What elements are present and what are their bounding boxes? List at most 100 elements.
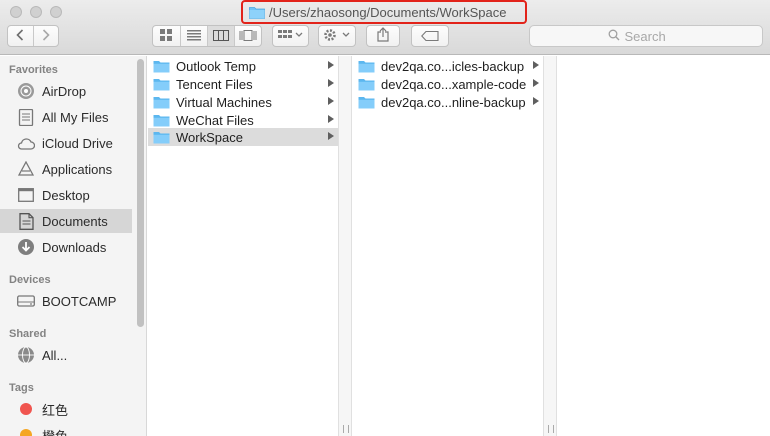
path-title-text: /Users/zhaosong/Documents/WorkSpace xyxy=(269,4,507,20)
action-button[interactable] xyxy=(318,25,356,47)
list-item-folder[interactable]: Virtual Machines xyxy=(148,93,338,111)
folder-icon xyxy=(153,78,170,91)
sidebar-item-label: BOOTCAMP xyxy=(42,293,117,309)
disclosure-arrow-icon xyxy=(328,97,334,105)
sidebar-item-all-my-files[interactable]: All My Files xyxy=(0,105,132,129)
folder-name: dev2qa.co...nline-backup xyxy=(381,94,526,110)
minimize-window-button[interactable] xyxy=(30,6,42,18)
disclosure-arrow-icon xyxy=(533,97,539,105)
folder-name: Tencent Files xyxy=(176,76,253,92)
sidebar-item-label: 红色 xyxy=(42,402,69,418)
list-view-button[interactable] xyxy=(179,26,207,46)
list-item-folder[interactable]: dev2qa.co...xample-code xyxy=(353,75,543,93)
sidebar-item-bootcamp[interactable]: BOOTCAMP xyxy=(0,289,132,313)
folder-icon xyxy=(358,96,375,109)
folder-name: WorkSpace xyxy=(176,129,243,145)
sidebar-section-tags: Tags xyxy=(9,382,34,394)
tag-color-dot xyxy=(20,403,32,415)
cover-flow-view-button[interactable] xyxy=(233,26,261,46)
search-input[interactable] xyxy=(624,28,685,44)
grid-icon xyxy=(160,28,173,44)
list-icon xyxy=(186,29,201,44)
folder-icon xyxy=(358,78,375,91)
sidebar-section-devices: Devices xyxy=(9,274,51,286)
sidebar-section-favorites: Favorites xyxy=(9,64,58,76)
arrange-icon xyxy=(277,29,304,44)
sidebar-item-tag-orange[interactable]: 橙色 xyxy=(0,423,132,436)
folder-name: dev2qa.co...xample-code xyxy=(381,76,527,92)
column-view-button[interactable] xyxy=(206,26,234,46)
gear-icon xyxy=(323,28,351,45)
resize-grip-icon[interactable] xyxy=(548,425,554,433)
list-item-folder-selected[interactable]: WorkSpace xyxy=(148,128,338,146)
sidebar-item-label: Applications xyxy=(42,161,113,177)
share-icon xyxy=(377,27,389,45)
sidebar-item-documents[interactable]: Documents xyxy=(0,209,132,233)
applications-icon xyxy=(17,160,35,178)
folder-icon xyxy=(153,131,170,144)
folder-icon xyxy=(153,96,170,109)
sidebar-item-applications[interactable]: Applications xyxy=(0,157,132,181)
list-item-folder[interactable]: Outlook Temp xyxy=(148,57,338,75)
folder-icon xyxy=(153,114,170,127)
resize-grip-icon[interactable] xyxy=(343,425,349,433)
sidebar-item-label: Documents xyxy=(42,213,108,229)
sidebar-item-tag-red[interactable]: 红色 xyxy=(0,397,132,421)
chevron-right-icon xyxy=(42,28,50,44)
network-icon xyxy=(17,346,35,364)
sidebar-item-icloud-drive[interactable]: iCloud Drive xyxy=(0,131,132,155)
airdrop-icon xyxy=(17,82,35,100)
arrange-button[interactable] xyxy=(272,25,309,47)
sidebar-item-airdrop[interactable]: AirDrop xyxy=(0,79,132,103)
sidebar-item-label: iCloud Drive xyxy=(42,135,113,151)
column-resize-divider[interactable] xyxy=(543,56,557,436)
folder-name: dev2qa.co...icles-backup xyxy=(381,58,525,74)
sidebar-section-shared: Shared xyxy=(9,328,47,340)
tag-color-dot xyxy=(20,429,32,436)
share-button[interactable] xyxy=(366,25,400,47)
sidebar-item-shared-all[interactable]: All... xyxy=(0,343,132,367)
sidebar: Favorites AirDrop All My Files iCloud Dr… xyxy=(0,56,147,436)
sidebar-item-label: Desktop xyxy=(42,187,90,203)
folder-icon xyxy=(249,6,265,19)
list-item-folder[interactable]: dev2qa.co...nline-backup xyxy=(353,93,543,111)
forward-button[interactable] xyxy=(32,26,58,46)
sidebar-item-label: AirDrop xyxy=(42,83,87,99)
zoom-window-button[interactable] xyxy=(50,6,62,18)
disclosure-arrow-icon xyxy=(328,61,334,69)
sidebar-item-label: All My Files xyxy=(42,109,109,125)
column-workspace: dev2qa.co...icles-backup dev2qa.co...xam… xyxy=(353,56,543,436)
documents-icon xyxy=(17,212,35,230)
back-button[interactable] xyxy=(8,26,33,46)
disclosure-arrow-icon xyxy=(328,132,334,140)
folder-name: Virtual Machines xyxy=(176,94,272,110)
folder-icon xyxy=(153,60,170,73)
column-empty xyxy=(558,56,770,436)
all-files-icon xyxy=(17,108,35,126)
list-item-folder[interactable]: dev2qa.co...icles-backup xyxy=(353,57,543,75)
window-path-title: /Users/zhaosong/Documents/WorkSpace xyxy=(241,0,527,24)
cover-flow-icon xyxy=(239,29,257,44)
chevron-left-icon xyxy=(16,28,24,44)
disclosure-arrow-icon xyxy=(328,79,334,87)
list-item-folder[interactable]: Tencent Files xyxy=(148,75,338,93)
search-field[interactable] xyxy=(529,25,763,47)
search-icon xyxy=(608,29,620,44)
column-resize-divider[interactable] xyxy=(338,56,352,436)
cloud-icon xyxy=(17,134,35,152)
columns-icon xyxy=(212,29,229,44)
close-window-button[interactable] xyxy=(10,6,22,18)
view-mode-selector xyxy=(152,25,262,47)
navigation-buttons xyxy=(7,25,59,47)
edit-tags-button[interactable] xyxy=(411,25,449,47)
list-item-folder[interactable]: WeChat Files xyxy=(148,111,338,129)
icon-view-button[interactable] xyxy=(153,26,180,46)
window-toolbar: /Users/zhaosong/Documents/WorkSpace xyxy=(0,0,770,55)
disclosure-arrow-icon xyxy=(328,115,334,123)
column-documents: Outlook Temp Tencent Files Virtual Machi… xyxy=(148,56,338,436)
sidebar-item-desktop[interactable]: Desktop xyxy=(0,183,132,207)
folder-icon xyxy=(358,60,375,73)
sidebar-item-label: 橙色 xyxy=(42,428,69,436)
sidebar-scrollbar[interactable] xyxy=(137,59,144,327)
sidebar-item-downloads[interactable]: Downloads xyxy=(0,235,132,259)
